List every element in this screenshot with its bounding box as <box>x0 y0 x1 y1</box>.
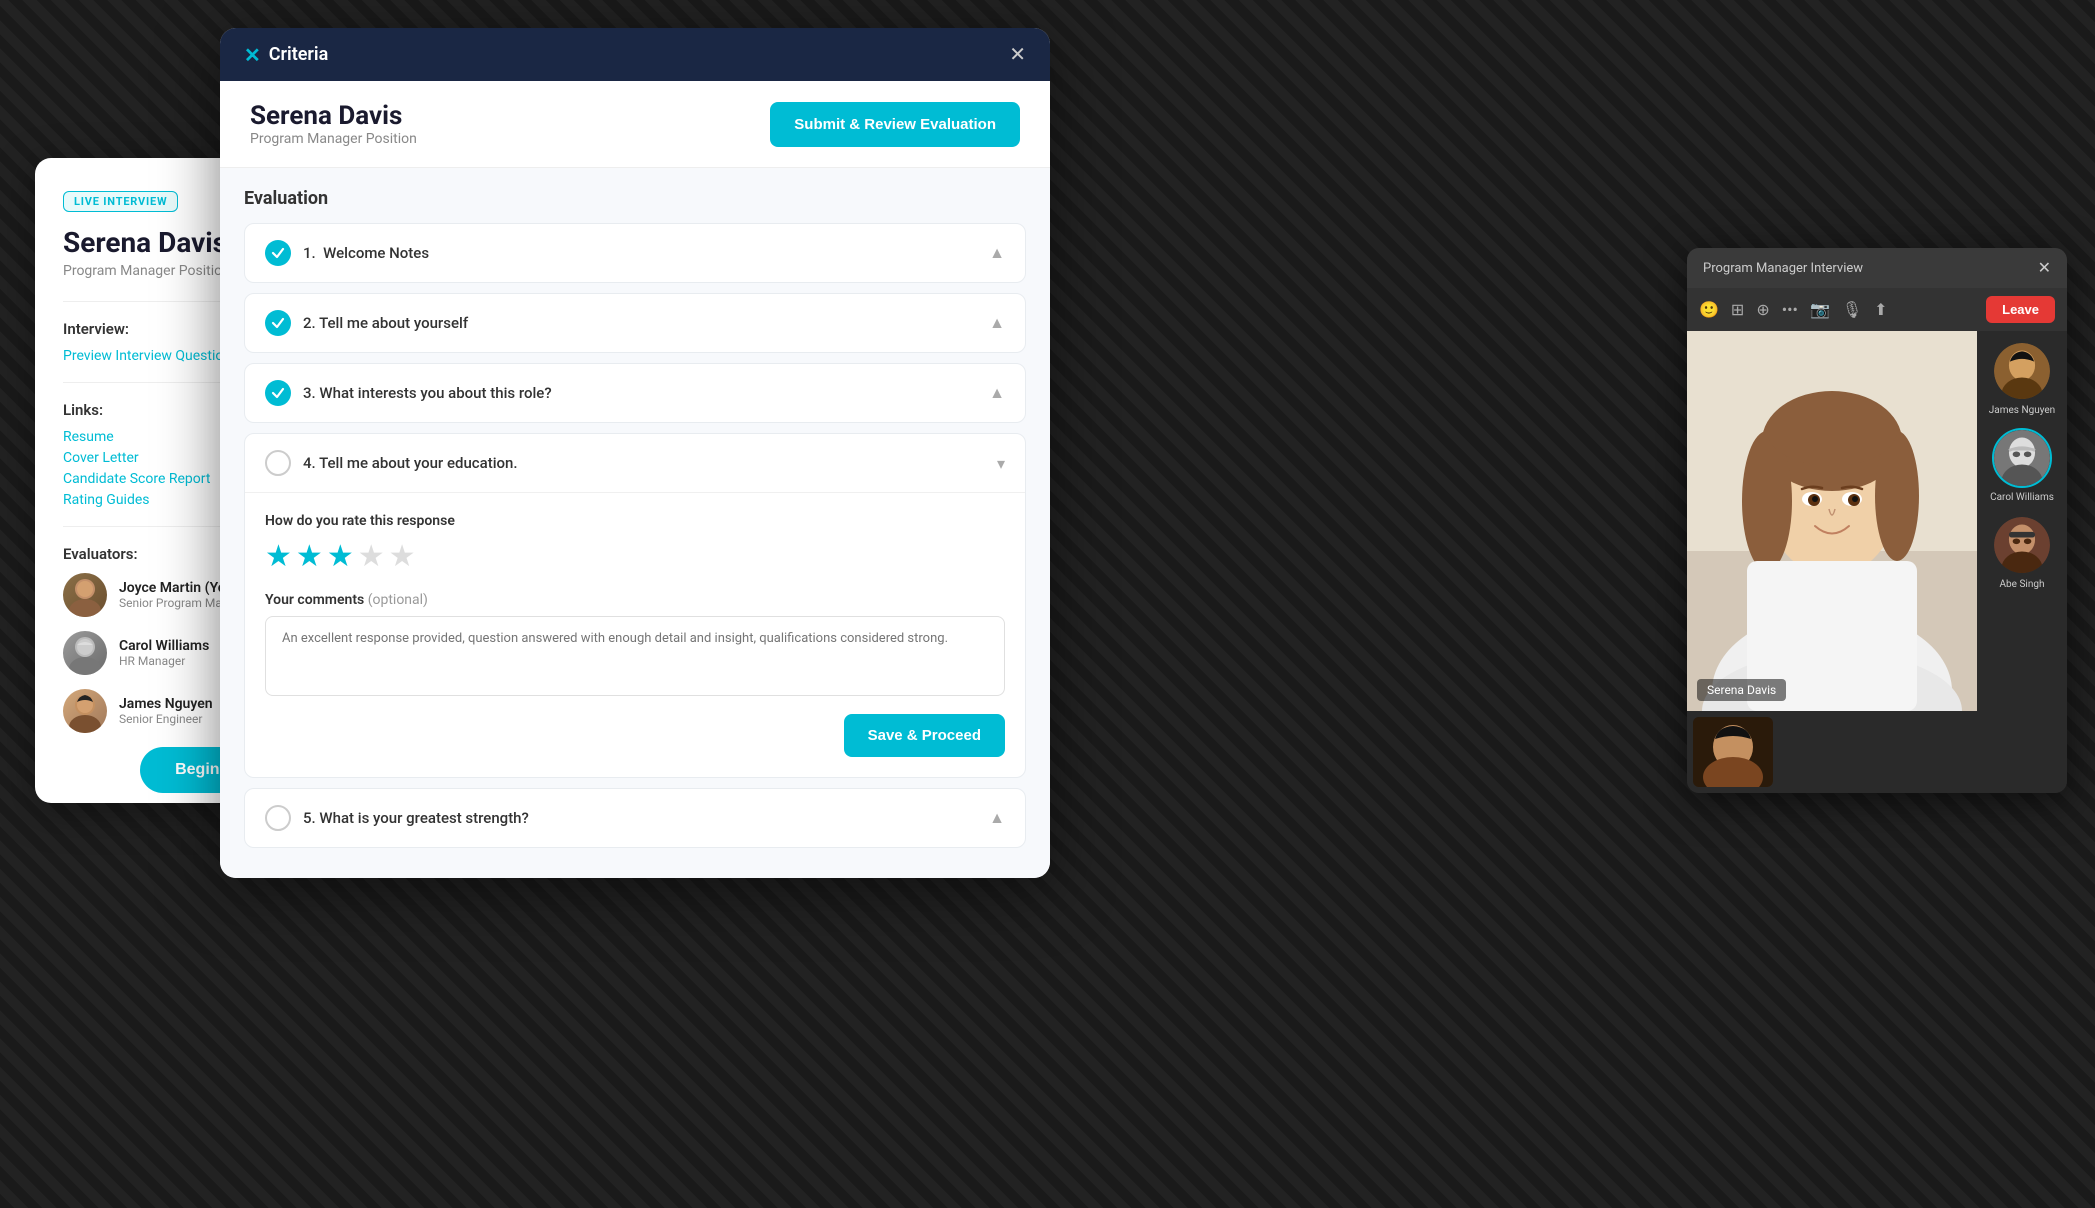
more-icon[interactable]: ••• <box>1782 300 1798 319</box>
question-3[interactable]: 3. What interests you about this role? ▲ <box>244 363 1026 423</box>
video-main-area: Serena Davis <box>1687 331 1977 793</box>
participant-abe: Abe Singh <box>1992 515 2052 590</box>
question-3-text: 3. What interests you about this role? <box>303 384 552 402</box>
evaluator-carol-name: Carol Williams <box>119 638 209 654</box>
star-5[interactable]: ★ <box>389 539 416 574</box>
video-participants: James Nguyen Carol Williams <box>1977 331 2067 793</box>
question-2-chevron: ▲ <box>989 313 1005 333</box>
question-1[interactable]: 1. Welcome Notes ▲ <box>244 223 1026 283</box>
question-1-text: 1. Welcome Notes <box>303 244 429 262</box>
video-body: Serena Davis <box>1687 331 2067 793</box>
avatar-abe-video <box>1992 515 2052 575</box>
question-4-expanded: How do you rate this response ★ ★ ★ ★ ★ … <box>245 492 1025 777</box>
star-3[interactable]: ★ <box>327 539 354 574</box>
video-header: Program Manager Interview ✕ <box>1687 248 2067 288</box>
save-proceed-button[interactable]: Save & Proceed <box>844 714 1005 757</box>
participant-abe-name: Abe Singh <box>2000 579 2045 590</box>
modal-candidate-position: Program Manager Position <box>250 131 417 147</box>
participant-carol-name: Carol Williams <box>1990 492 2054 503</box>
question-1-chevron: ▲ <box>989 243 1005 263</box>
camera-icon[interactable]: 📷 <box>1810 300 1830 319</box>
question-2-text: 2. Tell me about yourself <box>303 314 468 332</box>
video-toolbar: 🙂 ⊞ ⊕ ••• 📷 🎙 ⬆ Leave <box>1687 288 2067 331</box>
star-2[interactable]: ★ <box>296 539 323 574</box>
question-2-check <box>265 310 291 336</box>
criteria-logo-icon: ✕ <box>244 43 261 67</box>
avatar-james-video <box>1992 341 2052 401</box>
avatar-james <box>63 689 107 733</box>
comments-textarea[interactable] <box>265 616 1005 696</box>
question-1-check <box>265 240 291 266</box>
rating-label: How do you rate this response <box>265 513 1005 529</box>
question-2[interactable]: 2. Tell me about yourself ▲ <box>244 293 1026 353</box>
criteria-logo-text: Criteria <box>269 44 328 65</box>
question-4-header[interactable]: 4. Tell me about your education. ▾ <box>245 434 1025 492</box>
comments-label: Your comments (optional) <box>265 592 1005 608</box>
question-5-header[interactable]: 5. What is your greatest strength? ▲ <box>245 789 1025 847</box>
question-4-text: 4. Tell me about your education. <box>303 454 518 472</box>
participant-carol: Carol Williams <box>1990 428 2054 503</box>
modal-header: ✕ Criteria ✕ <box>220 28 1050 81</box>
evaluation-title: Evaluation <box>244 188 1026 209</box>
evaluator-james-name: James Nguyen <box>119 696 213 712</box>
question-3-header[interactable]: 3. What interests you about this role? ▲ <box>245 364 1025 422</box>
video-close-button[interactable]: ✕ <box>2038 258 2051 278</box>
video-title: Program Manager Interview <box>1703 261 1863 276</box>
question-5-circle <box>265 805 291 831</box>
question-3-chevron: ▲ <box>989 383 1005 403</box>
submit-review-button[interactable]: Submit & Review Evaluation <box>770 102 1020 147</box>
question-4[interactable]: 4. Tell me about your education. ▾ How d… <box>244 433 1026 778</box>
modal-logo: ✕ Criteria <box>244 43 328 67</box>
avatar-carol <box>63 631 107 675</box>
evaluation-modal: ✕ Criteria ✕ Serena Davis Program Manage… <box>220 28 1050 878</box>
question-2-header[interactable]: 2. Tell me about yourself ▲ <box>245 294 1025 352</box>
question-5[interactable]: 5. What is your greatest strength? ▲ <box>244 788 1026 848</box>
avatar-joyce <box>63 573 107 617</box>
participant-james: James Nguyen <box>1989 341 2055 416</box>
add-icon[interactable]: ⊕ <box>1756 300 1769 319</box>
video-call-panel: Program Manager Interview ✕ 🙂 ⊞ ⊕ ••• 📷 … <box>1687 248 2067 793</box>
question-5-chevron: ▲ <box>989 808 1005 828</box>
leave-button[interactable]: Leave <box>1986 296 2055 323</box>
comments-optional: (optional) <box>368 592 428 608</box>
evaluator-carol-role: HR Manager <box>119 654 209 668</box>
avatar-carol-video <box>1992 428 2052 488</box>
modal-close-button[interactable]: ✕ <box>1009 42 1026 67</box>
question-1-header[interactable]: 1. Welcome Notes ▲ <box>245 224 1025 282</box>
question-4-chevron: ▾ <box>997 454 1005 473</box>
share-icon[interactable]: ⬆ <box>1874 300 1887 319</box>
live-badge: LIVE INTERVIEW <box>63 191 178 212</box>
star-rating[interactable]: ★ ★ ★ ★ ★ <box>265 539 1005 574</box>
mic-icon[interactable]: 🎙 <box>1842 300 1862 319</box>
modal-subheader: Serena Davis Program Manager Position Su… <box>220 81 1050 168</box>
modal-candidate-name: Serena Davis <box>250 101 417 131</box>
participant-james-name: James Nguyen <box>1989 405 2055 416</box>
question-5-text: 5. What is your greatest strength? <box>303 809 529 827</box>
video-main: Serena Davis <box>1687 331 1977 711</box>
question-4-circle <box>265 450 291 476</box>
evaluation-content: Evaluation 1. Welcome Notes ▲ <box>220 168 1050 878</box>
emoji-icon[interactable]: 🙂 <box>1699 300 1719 319</box>
star-1[interactable]: ★ <box>265 539 292 574</box>
question-3-check <box>265 380 291 406</box>
evaluator-james-role: Senior Engineer <box>119 712 213 726</box>
star-4[interactable]: ★ <box>358 539 385 574</box>
grid-icon[interactable]: ⊞ <box>1731 300 1744 319</box>
video-name-tag: Serena Davis <box>1697 679 1786 701</box>
